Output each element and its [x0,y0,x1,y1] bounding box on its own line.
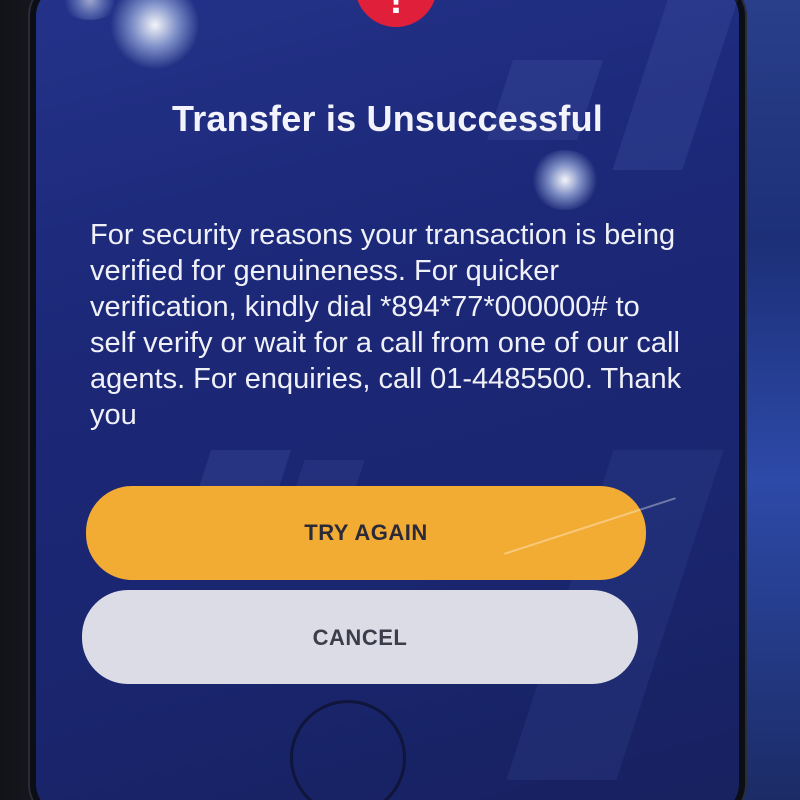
cancel-button[interactable]: CANCEL [82,590,638,684]
background-environment [740,0,800,800]
background-stripe [612,0,738,170]
alert-icon: ! [355,0,437,27]
light-glare [530,150,600,210]
dialog-title: Transfer is Unsuccessful [172,98,603,139]
dialog-message: For security reasons your transaction is… [90,219,682,431]
photo-frame: ! Transfer is Unsuccessful For security … [0,0,800,800]
light-glare [110,0,200,70]
phone-screen: ! Transfer is Unsuccessful For security … [30,0,745,800]
home-button[interactable] [290,700,406,800]
